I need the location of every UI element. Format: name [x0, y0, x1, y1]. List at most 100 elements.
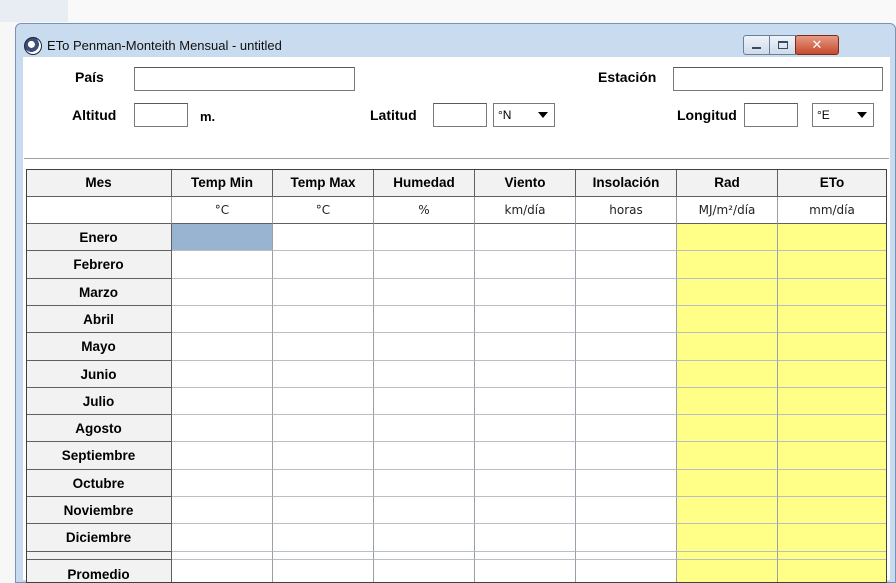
title-bar[interactable]: ETo Penman-Monteith Mensual - untitled ✕: [16, 24, 895, 57]
table-cell[interactable]: [172, 497, 273, 524]
table-cell[interactable]: [374, 306, 475, 333]
column-header-humedad[interactable]: Humedad: [374, 169, 475, 197]
row-header-agosto[interactable]: Agosto: [26, 415, 172, 442]
table-cell[interactable]: [374, 524, 475, 552]
table-cell[interactable]: [172, 333, 273, 361]
table-cell[interactable]: [374, 470, 475, 497]
table-cell[interactable]: [374, 251, 475, 279]
table-cell[interactable]: [273, 279, 374, 306]
table-cell[interactable]: [273, 251, 374, 279]
longitud-input[interactable]: [744, 103, 798, 127]
table-cell[interactable]: [273, 224, 374, 251]
table-cell[interactable]: [475, 388, 576, 415]
table-cell[interactable]: [576, 306, 677, 333]
table-cell[interactable]: [273, 415, 374, 442]
table-cell[interactable]: [677, 497, 778, 524]
column-header-mes[interactable]: Mes: [26, 169, 172, 197]
row-header-junio[interactable]: Junio: [26, 361, 172, 388]
table-cell[interactable]: [677, 224, 778, 251]
table-cell[interactable]: [172, 524, 273, 552]
table-cell[interactable]: [273, 388, 374, 415]
row-header-mayo[interactable]: Mayo: [26, 333, 172, 361]
table-cell[interactable]: [172, 251, 273, 279]
table-cell[interactable]: [374, 224, 475, 251]
table-cell[interactable]: [273, 361, 374, 388]
table-cell[interactable]: [273, 497, 374, 524]
column-header-viento[interactable]: Viento: [475, 169, 576, 197]
table-cell[interactable]: [576, 251, 677, 279]
pais-input[interactable]: [134, 67, 355, 91]
table-cell[interactable]: [778, 224, 887, 251]
table-cell[interactable]: [475, 224, 576, 251]
row-header-abril[interactable]: Abril: [26, 306, 172, 333]
table-cell[interactable]: [576, 524, 677, 552]
table-cell[interactable]: [778, 524, 887, 552]
row-header-diciembre[interactable]: Diciembre: [26, 524, 172, 552]
table-cell[interactable]: [778, 279, 887, 306]
table-cell[interactable]: [677, 333, 778, 361]
row-header-marzo[interactable]: Marzo: [26, 279, 172, 306]
column-header-rad[interactable]: Rad: [677, 169, 778, 197]
table-cell[interactable]: [172, 279, 273, 306]
table-cell[interactable]: [778, 306, 887, 333]
table-cell[interactable]: [677, 361, 778, 388]
table-cell[interactable]: [374, 333, 475, 361]
table-cell[interactable]: [172, 306, 273, 333]
table-cell[interactable]: [172, 361, 273, 388]
table-cell[interactable]: [576, 470, 677, 497]
table-cell[interactable]: [172, 442, 273, 470]
maximize-button[interactable]: [769, 35, 796, 55]
row-header-julio[interactable]: Julio: [26, 388, 172, 415]
minimize-button[interactable]: [743, 35, 770, 55]
table-cell[interactable]: [374, 361, 475, 388]
table-cell[interactable]: [172, 470, 273, 497]
table-cell[interactable]: [576, 224, 677, 251]
table-cell[interactable]: [273, 333, 374, 361]
table-cell[interactable]: [677, 251, 778, 279]
row-header-enero[interactable]: Enero: [26, 224, 172, 251]
table-cell[interactable]: [778, 442, 887, 470]
row-header-febrero[interactable]: Febrero: [26, 251, 172, 279]
estacion-input[interactable]: [673, 67, 883, 91]
column-header-insolacion[interactable]: Insolación: [576, 169, 677, 197]
app-globe-icon[interactable]: [24, 37, 42, 55]
table-cell[interactable]: [273, 470, 374, 497]
table-cell[interactable]: [677, 306, 778, 333]
table-cell[interactable]: [778, 361, 887, 388]
row-header-noviembre[interactable]: Noviembre: [26, 497, 172, 524]
table-cell[interactable]: [374, 415, 475, 442]
column-header-temp-max[interactable]: Temp Max: [273, 169, 374, 197]
table-cell[interactable]: [677, 388, 778, 415]
column-header-temp-min[interactable]: Temp Min: [172, 169, 273, 197]
table-cell[interactable]: [475, 524, 576, 552]
table-cell[interactable]: [172, 415, 273, 442]
table-cell[interactable]: [576, 497, 677, 524]
table-cell[interactable]: [576, 333, 677, 361]
table-cell[interactable]: [778, 470, 887, 497]
table-cell[interactable]: [475, 497, 576, 524]
table-cell[interactable]: [475, 361, 576, 388]
table-cell[interactable]: [778, 333, 887, 361]
latitud-direction-select[interactable]: °N: [493, 103, 555, 127]
column-header-eto[interactable]: ETo: [778, 169, 887, 197]
table-cell[interactable]: [273, 442, 374, 470]
table-cell[interactable]: [273, 524, 374, 552]
table-cell[interactable]: [172, 224, 273, 251]
table-cell[interactable]: [576, 361, 677, 388]
table-cell[interactable]: [475, 279, 576, 306]
row-header-septiembre[interactable]: Septiembre: [26, 442, 172, 470]
table-cell[interactable]: [475, 333, 576, 361]
table-cell[interactable]: [475, 415, 576, 442]
longitud-direction-select[interactable]: °E: [812, 103, 874, 127]
table-cell[interactable]: [475, 306, 576, 333]
table-cell[interactable]: [677, 279, 778, 306]
altitud-input[interactable]: [134, 103, 188, 127]
table-cell[interactable]: [475, 470, 576, 497]
close-button[interactable]: ✕: [795, 35, 839, 55]
table-cell[interactable]: [374, 279, 475, 306]
table-cell[interactable]: [778, 497, 887, 524]
table-cell[interactable]: [677, 470, 778, 497]
table-cell[interactable]: [374, 497, 475, 524]
table-cell[interactable]: [677, 442, 778, 470]
table-cell[interactable]: [576, 442, 677, 470]
